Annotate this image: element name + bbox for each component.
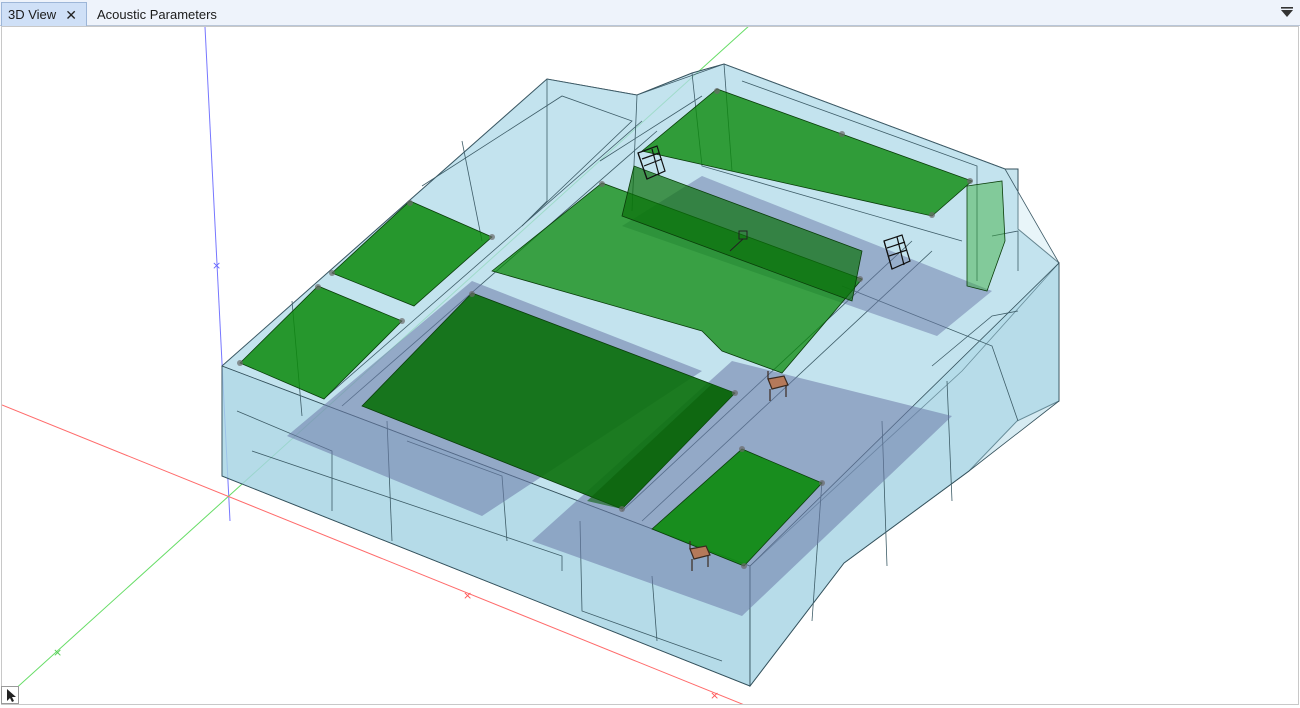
axis-tick: × [710,689,719,702]
tab-label: 3D View [8,7,57,22]
tab-bar: 3D View ✕ Acoustic Parameters [0,0,1300,26]
tab-3d-view[interactable]: 3D View ✕ [1,2,87,26]
axis-tick: × [212,259,221,272]
axis-tick: × [53,646,62,659]
3d-viewport[interactable]: × × × × [1,26,1299,705]
select-tool-button[interactable] [1,686,19,704]
close-icon[interactable]: ✕ [65,8,77,22]
triangle-down-icon[interactable] [1280,5,1294,19]
cursor-arrow-icon [7,689,16,702]
tab-label: Acoustic Parameters [97,6,217,22]
tab-acoustic-parameters[interactable]: Acoustic Parameters [89,2,229,26]
scene-canvas[interactable]: × × × × [2,27,1299,705]
axis-tick: × [463,589,472,602]
